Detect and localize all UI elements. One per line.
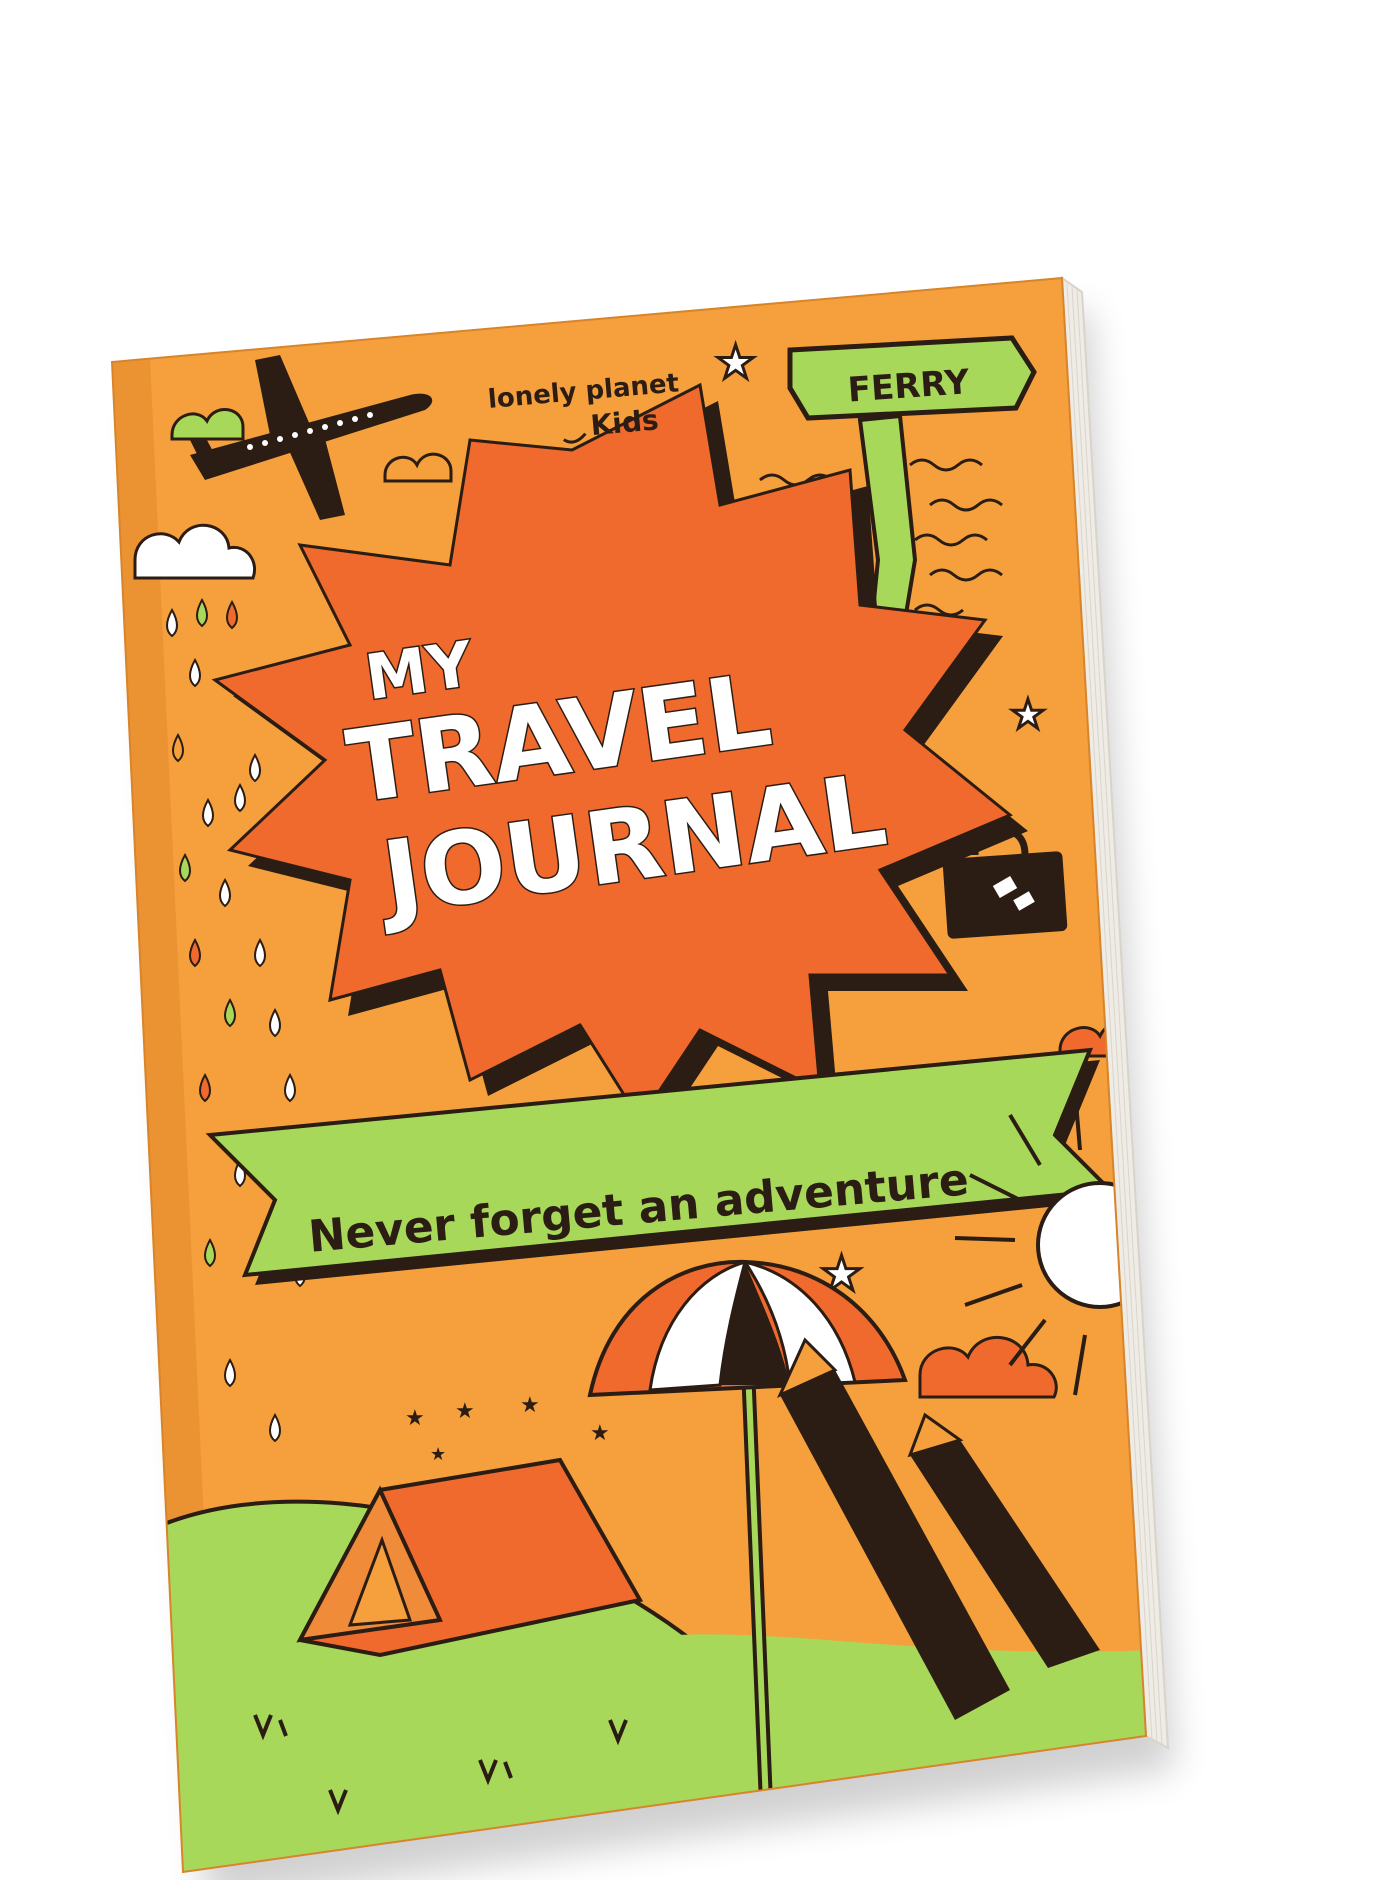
svg-text:★: ★ xyxy=(590,1421,610,1446)
star-icon: ★ xyxy=(714,334,758,391)
svg-text:★: ★ xyxy=(430,1444,446,1465)
svg-text:★: ★ xyxy=(1010,692,1046,738)
svg-text:★: ★ xyxy=(520,1393,540,1418)
book-cover-illustration: ★ ★ ★ ★ ★ FERRY ★ ★ ★ MY TRAVEL JOURNAL … xyxy=(110,275,1175,1880)
svg-text:★: ★ xyxy=(715,335,756,389)
svg-text:★: ★ xyxy=(455,1399,475,1424)
svg-text:★: ★ xyxy=(405,1406,425,1431)
product-photo: ★ ★ ★ ★ ★ FERRY ★ ★ ★ MY TRAVEL JOURNAL … xyxy=(0,0,1400,1880)
ferry-sign-label: FERRY xyxy=(847,362,971,410)
star-icon: ★ xyxy=(1009,691,1048,740)
brand-line-2: Kids xyxy=(589,403,660,442)
